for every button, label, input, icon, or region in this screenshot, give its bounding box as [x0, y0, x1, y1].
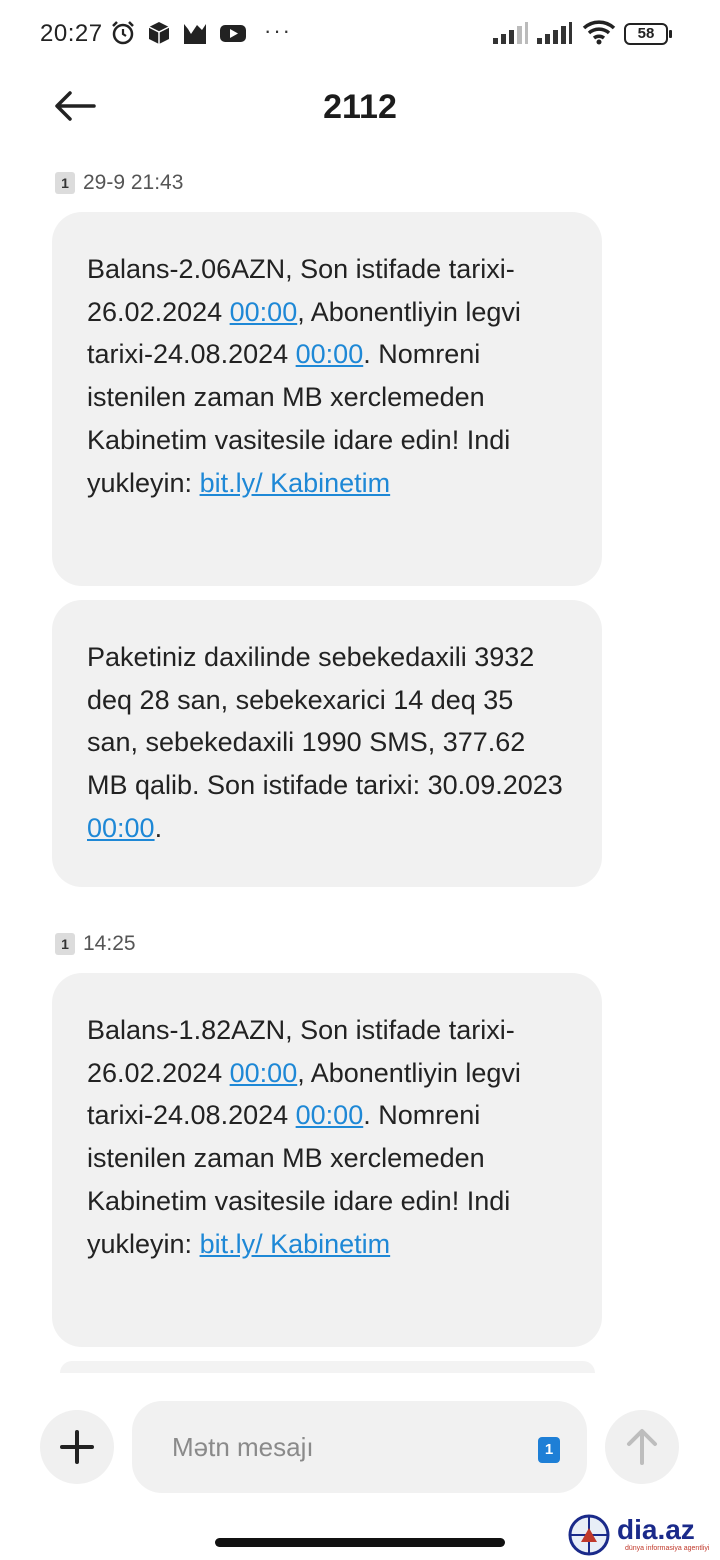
- add-attachment-button[interactable]: [40, 1410, 114, 1484]
- sim-selector[interactable]: 1: [538, 1437, 560, 1463]
- battery-icon: 58: [624, 23, 672, 45]
- message-link[interactable]: 00:00: [87, 813, 155, 843]
- wifi-icon: [582, 20, 616, 45]
- message-link[interactable]: 00:00: [230, 1058, 298, 1088]
- more-notifications-icon: ···: [264, 18, 292, 43]
- message-timestamp: 1 29-9 21:43: [55, 171, 183, 195]
- message-bubble[interactable]: Balans-2.06AZN, Son istifade tarixi-26.0…: [52, 212, 602, 586]
- sim-badge: 1: [55, 172, 75, 194]
- message-bubble-partial: [60, 1361, 595, 1373]
- conversation-header: 2112: [0, 70, 720, 145]
- message-text: Paketiniz daxilinde sebekedaxili 3932 de…: [87, 642, 563, 801]
- package-icon: [148, 22, 170, 44]
- watermark-text: dia.az: [617, 1514, 695, 1545]
- status-bar: 20:27 ··· 58: [0, 0, 720, 70]
- battery-level: 58: [637, 25, 655, 42]
- message-link[interactable]: 00:00: [296, 339, 364, 369]
- message-link[interactable]: 00:00: [296, 1100, 364, 1130]
- message-input[interactable]: [172, 1425, 512, 1469]
- youtube-icon: [220, 25, 246, 42]
- arrow-up-icon: [627, 1429, 657, 1465]
- plus-icon: [60, 1430, 94, 1464]
- image-notification-icon: [184, 24, 206, 44]
- signal-icon-2: [537, 22, 572, 44]
- signal-icon: [493, 22, 528, 44]
- timestamp-text: 29-9 21:43: [83, 171, 184, 194]
- home-indicator[interactable]: [215, 1538, 505, 1547]
- watermark-subtitle: dünya informasiya agentliyi: [625, 1545, 710, 1552]
- message-link[interactable]: bit.ly/ Kabinetim: [200, 1229, 391, 1259]
- send-button[interactable]: [605, 1410, 679, 1484]
- conversation-title: 2112: [323, 88, 397, 126]
- globe-logo-icon: [568, 1514, 610, 1556]
- message-input-container[interactable]: 1: [132, 1401, 587, 1493]
- message-bubble[interactable]: Balans-1.82AZN, Son istifade tarixi-26.0…: [52, 973, 602, 1347]
- message-timestamp: 1 14:25: [55, 932, 136, 956]
- message-link[interactable]: 00:00: [230, 297, 298, 327]
- sim-badge: 1: [55, 933, 75, 955]
- timestamp-text: 14:25: [83, 932, 136, 955]
- message-bubble[interactable]: Paketiniz daxilinde sebekedaxili 3932 de…: [52, 600, 602, 887]
- message-text: .: [154, 812, 163, 843]
- watermark-logo: dia.az dünya informasiya agentliyi: [565, 1510, 715, 1560]
- alarm-icon: [112, 21, 134, 45]
- message-link[interactable]: bit.ly/ Kabinetim: [200, 468, 391, 498]
- compose-bar: 1: [0, 1398, 720, 1498]
- status-time: 20:27: [40, 20, 103, 47]
